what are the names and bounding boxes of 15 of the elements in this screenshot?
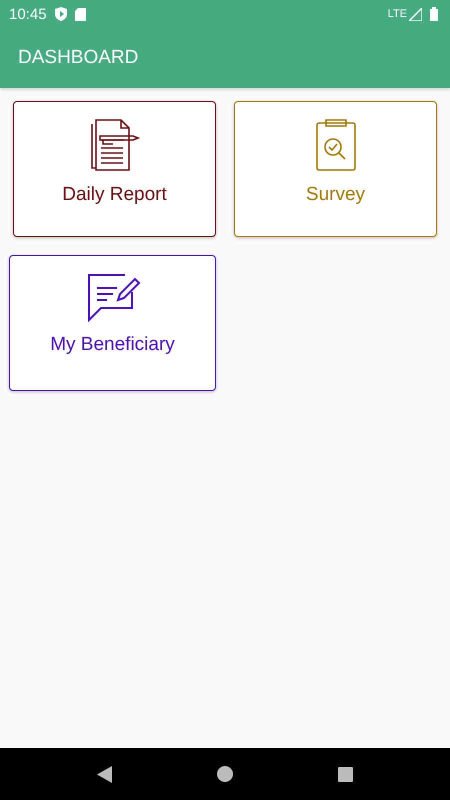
- sd-card-icon: [74, 8, 86, 20]
- home-icon[interactable]: [217, 766, 233, 782]
- network-type: LTE: [388, 8, 407, 20]
- recents-icon[interactable]: [338, 766, 353, 782]
- signal-icon: [409, 8, 422, 20]
- shield-icon: [54, 7, 67, 21]
- battery-icon: [430, 7, 438, 21]
- app-bar-title: DASHBOARD: [18, 47, 138, 69]
- back-icon[interactable]: [97, 766, 112, 782]
- dashboard-tile[interactable]: Survey: [234, 101, 437, 237]
- document-pencil-icon: [88, 118, 140, 172]
- dashboard-tile[interactable]: Daily Report: [13, 101, 216, 237]
- status-time: 10:45: [9, 6, 47, 22]
- clipboard-search-icon: [314, 118, 356, 172]
- dashboard-tile[interactable]: My Beneficiary: [9, 255, 216, 391]
